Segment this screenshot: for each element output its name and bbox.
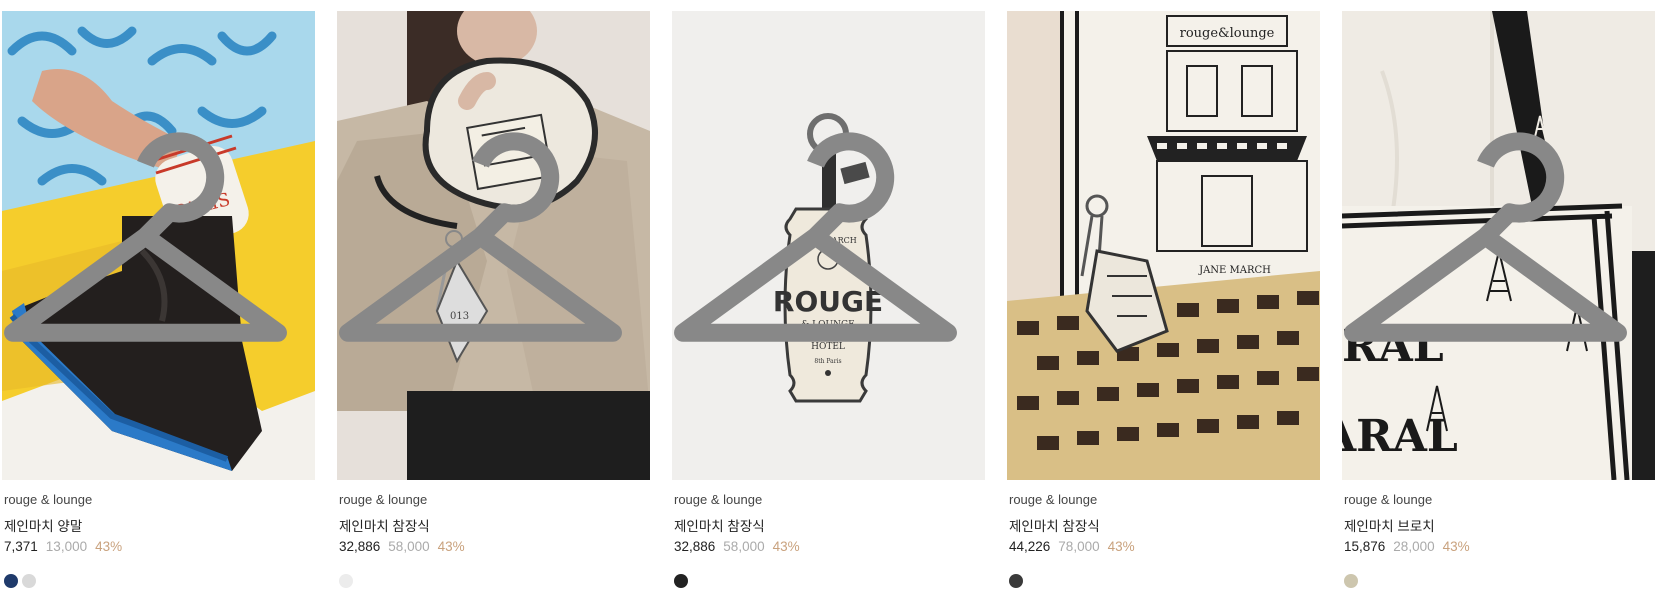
color-swatches	[1344, 574, 1362, 588]
bag-signature-text: JANE MARCH	[1198, 265, 1271, 276]
color-swatches	[339, 574, 357, 588]
product-name[interactable]: 제인마치 양말	[4, 515, 82, 535]
product-prices: 7,371 13,000 43%	[4, 539, 122, 554]
color-swatch[interactable]	[674, 574, 688, 588]
product-brand[interactable]: rouge & lounge	[339, 492, 427, 507]
hanger-icon[interactable]	[672, 26, 972, 480]
color-swatch[interactable]	[1009, 574, 1023, 588]
discount-rate: 43%	[437, 539, 465, 554]
product-brand[interactable]: rouge & lounge	[1009, 492, 1097, 507]
product-name[interactable]: 제인마치 참장식	[339, 515, 430, 535]
original-price: 13,000	[45, 539, 88, 554]
sale-price: 7,371	[4, 539, 38, 554]
color-swatch[interactable]	[22, 574, 36, 588]
color-swatch[interactable]	[4, 574, 18, 588]
hanger-icon[interactable]	[337, 26, 637, 480]
original-price: 58,000	[388, 539, 430, 554]
product-card-2[interactable]: 013 rouge & lounge 제인마치 참장식 32,886 58,000…	[337, 0, 650, 588]
product-card-1[interactable]: PARIS rouge & lounge 제인마치 양말 7,371 13,000…	[2, 0, 315, 588]
sale-price: 32,886	[339, 539, 381, 554]
product-image-4[interactable]: rouge&lounge JANE MARCH	[1007, 11, 1320, 480]
original-price: 28,000	[1393, 539, 1435, 554]
original-price: 78,000	[1058, 539, 1100, 554]
product-card-5[interactable]: RAL ARAL rouge & lounge 제인마치 브로치 15,876 2…	[1342, 0, 1655, 588]
product-card-3[interactable]: JANE MARCH ROUGE & LOUNGE LE HOTEL 8th P…	[672, 0, 985, 588]
sale-price: 15,876	[1344, 539, 1386, 554]
product-brand[interactable]: rouge & lounge	[674, 492, 762, 507]
product-name[interactable]: 제인마치 참장식	[674, 515, 765, 535]
color-swatch[interactable]	[339, 574, 353, 588]
product-card-4[interactable]: rouge&lounge JANE MARCH rouge & lounge 제…	[1007, 0, 1320, 588]
product-image-3[interactable]: JANE MARCH ROUGE & LOUNGE LE HOTEL 8th P…	[672, 11, 985, 480]
product-brand[interactable]: rouge & lounge	[4, 492, 92, 507]
hanger-icon[interactable]	[1342, 26, 1642, 480]
discount-rate: 43%	[1442, 539, 1470, 554]
product-grid: PARIS rouge & lounge 제인마치 양말 7,371 13,000…	[0, 0, 1659, 588]
sale-price: 32,886	[674, 539, 716, 554]
product-brand[interactable]: rouge & lounge	[1344, 492, 1432, 507]
discount-rate: 43%	[772, 539, 800, 554]
color-swatches	[674, 574, 692, 588]
product-name[interactable]: 제인마치 브로치	[1344, 515, 1435, 535]
product-image-1[interactable]: PARIS	[2, 11, 315, 480]
bag-sign-text: rouge&lounge	[1180, 26, 1275, 41]
color-swatches	[1009, 574, 1027, 588]
product-photo-bag-charm: rouge&lounge JANE MARCH	[1007, 11, 1320, 480]
color-swatch[interactable]	[1344, 574, 1358, 588]
product-prices: 44,226 78,000 43%	[1009, 539, 1135, 554]
sale-price: 44,226	[1009, 539, 1051, 554]
product-name[interactable]: 제인마치 참장식	[1009, 515, 1100, 535]
discount-rate: 43%	[95, 539, 123, 554]
product-prices: 32,886 58,000 43%	[339, 539, 465, 554]
discount-rate: 43%	[1107, 539, 1135, 554]
product-image-5[interactable]: RAL ARAL	[1342, 11, 1655, 480]
product-prices: 15,876 28,000 43%	[1344, 539, 1470, 554]
hanger-icon[interactable]	[2, 26, 302, 480]
product-prices: 32,886 58,000 43%	[674, 539, 800, 554]
original-price: 58,000	[723, 539, 765, 554]
product-image-2[interactable]: 013	[337, 11, 650, 480]
color-swatches	[4, 574, 40, 588]
